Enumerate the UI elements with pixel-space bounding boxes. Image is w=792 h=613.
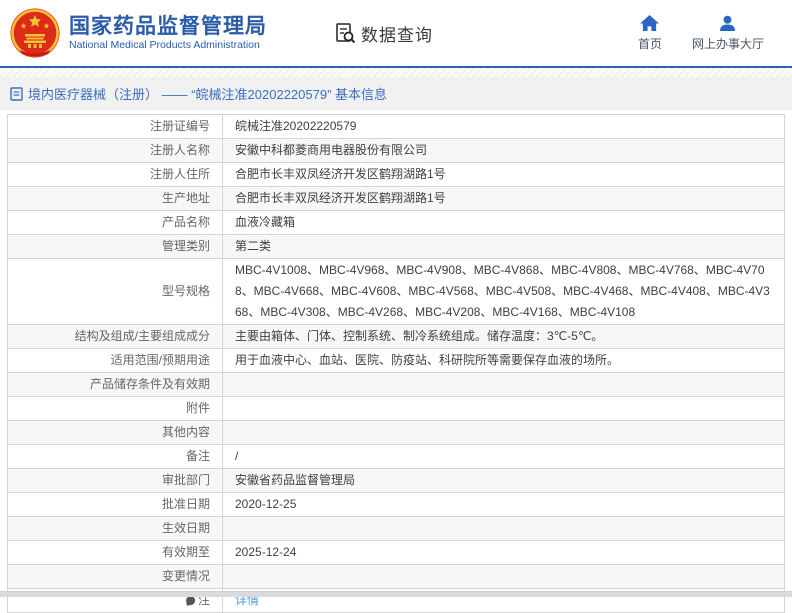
data-query-icon bbox=[336, 23, 356, 44]
table-row: 型号规格 MBC-4V1008、MBC-4V968、MBC-4V908、MBC-4… bbox=[7, 258, 785, 325]
table-row: 审批部门 安徽省药品监督管理局 bbox=[7, 468, 785, 493]
table-row: 有效期至 2025-12-24 bbox=[7, 540, 785, 565]
row-value: 2025-12-24 bbox=[222, 540, 785, 565]
row-value: 合肥市长丰双凤经济开发区鹤翔湖路1号 bbox=[222, 186, 785, 211]
footer-strip bbox=[0, 591, 792, 597]
table-row: 备注 / bbox=[7, 444, 785, 469]
row-value: 主要由箱体、门体、控制系统、制冷系统组成。储存温度：3℃-5℃。 bbox=[222, 324, 785, 349]
table-row: 注册人名称 安徽中科都菱商用电器股份有限公司 bbox=[7, 138, 785, 163]
row-label: 批准日期 bbox=[7, 492, 223, 517]
table-row: 产品名称 血液冷藏箱 bbox=[7, 210, 785, 235]
table-row: 注册人住所 合肥市长丰双凤经济开发区鹤翔湖路1号 bbox=[7, 162, 785, 187]
table-row: 变更情况 bbox=[7, 564, 785, 589]
breadcrumb: 境内医疗器械（注册） —— “皖械注准20202220579” 基本信息 bbox=[0, 77, 792, 110]
row-value: 安徽中科都菱商用电器股份有限公司 bbox=[222, 138, 785, 163]
row-label: 适用范围/预期用途 bbox=[7, 348, 223, 373]
row-value bbox=[222, 372, 785, 397]
row-label: 审批部门 bbox=[7, 468, 223, 493]
row-label: 管理类别 bbox=[7, 234, 223, 259]
org-names: 国家药品监督管理局 National Medical Products Admi… bbox=[69, 15, 267, 52]
user-icon bbox=[720, 15, 736, 31]
table-row: 批准日期 2020-12-25 bbox=[7, 492, 785, 517]
data-query-label: 数据查询 bbox=[361, 25, 433, 45]
table-row: 产品储存条件及有效期 bbox=[7, 372, 785, 397]
row-value bbox=[222, 516, 785, 541]
row-value: MBC-4V1008、MBC-4V968、MBC-4V908、MBC-4V868… bbox=[222, 258, 785, 325]
row-label: 其他内容 bbox=[7, 420, 223, 445]
row-label: 注册证编号 bbox=[7, 114, 223, 139]
row-value: / bbox=[222, 444, 785, 469]
table-row: 其他内容 bbox=[7, 420, 785, 445]
row-value: 合肥市长丰双凤经济开发区鹤翔湖路1号 bbox=[222, 162, 785, 187]
row-label: 注册人名称 bbox=[7, 138, 223, 163]
registration-info-table: 注册证编号 皖械注准20202220579 注册人名称 安徽中科都菱商用电器股份有限公… bbox=[7, 114, 785, 613]
table-row: 附件 bbox=[7, 396, 785, 421]
data-query-title: 数据查询 bbox=[333, 21, 433, 46]
table-row: 管理类别 第二类 bbox=[7, 234, 785, 259]
row-value: 皖械注准20202220579 bbox=[222, 114, 785, 139]
nav-home-label: 首页 bbox=[637, 36, 662, 51]
info-table-body: 注册证编号 皖械注准20202220579 注册人名称 安徽中科都菱商用电器股份有限公… bbox=[7, 114, 785, 613]
row-label: 产品名称 bbox=[7, 210, 223, 235]
top-nav: 首页 网上办事大厅 bbox=[637, 14, 778, 52]
nav-service-hall[interactable]: 网上办事大厅 bbox=[692, 15, 764, 52]
decor-stripe bbox=[0, 68, 792, 77]
row-label: 有效期至 bbox=[7, 540, 223, 565]
document-icon bbox=[10, 86, 23, 101]
table-row: 注册证编号 皖械注准20202220579 bbox=[7, 114, 785, 139]
row-value: 第二类 bbox=[222, 234, 785, 259]
row-value bbox=[222, 564, 785, 589]
row-label: 生产地址 bbox=[7, 186, 223, 211]
table-row: 生效日期 bbox=[7, 516, 785, 541]
row-label: 结构及组成/主要组成成分 bbox=[7, 324, 223, 349]
org-title-en: National Medical Products Administration bbox=[69, 38, 260, 51]
row-value: 血液冷藏箱 bbox=[222, 210, 785, 235]
row-label: 型号规格 bbox=[7, 258, 223, 325]
row-label: 注册人住所 bbox=[7, 162, 223, 187]
row-value: 2020-12-25 bbox=[222, 492, 785, 517]
home-icon bbox=[640, 14, 660, 31]
table-row: 生产地址 合肥市长丰双凤经济开发区鹤翔湖路1号 bbox=[7, 186, 785, 211]
row-label: 生效日期 bbox=[7, 516, 223, 541]
row-value bbox=[222, 420, 785, 445]
row-label: 变更情况 bbox=[7, 564, 223, 589]
row-label: 备注 bbox=[7, 444, 223, 469]
nav-home[interactable]: 首页 bbox=[637, 14, 662, 52]
page-header: 国家药品监督管理局 National Medical Products Admi… bbox=[0, 0, 792, 66]
row-label: 产品储存条件及有效期 bbox=[7, 372, 223, 397]
table-row: 适用范围/预期用途 用于血液中心、血站、医院、防疫站、科研院所等需要保存血液的场所… bbox=[7, 348, 785, 373]
org-title-zh: 国家药品监督管理局 bbox=[69, 14, 267, 38]
row-value: 安徽省药品监督管理局 bbox=[222, 468, 785, 493]
row-label: 附件 bbox=[7, 396, 223, 421]
breadcrumb-text: 境内医疗器械（注册） —— “皖械注准20202220579” 基本信息 bbox=[28, 87, 388, 102]
table-row: 结构及组成/主要组成成分 主要由箱体、门体、控制系统、制冷系统组成。储存温度：3℃… bbox=[7, 324, 785, 349]
national-emblem-logo bbox=[10, 8, 60, 58]
row-value bbox=[222, 396, 785, 421]
nav-service-hall-label: 网上办事大厅 bbox=[691, 36, 764, 51]
row-value: 用于血液中心、血站、医院、防疫站、科研院所等需要保存血液的场所。 bbox=[222, 348, 785, 373]
